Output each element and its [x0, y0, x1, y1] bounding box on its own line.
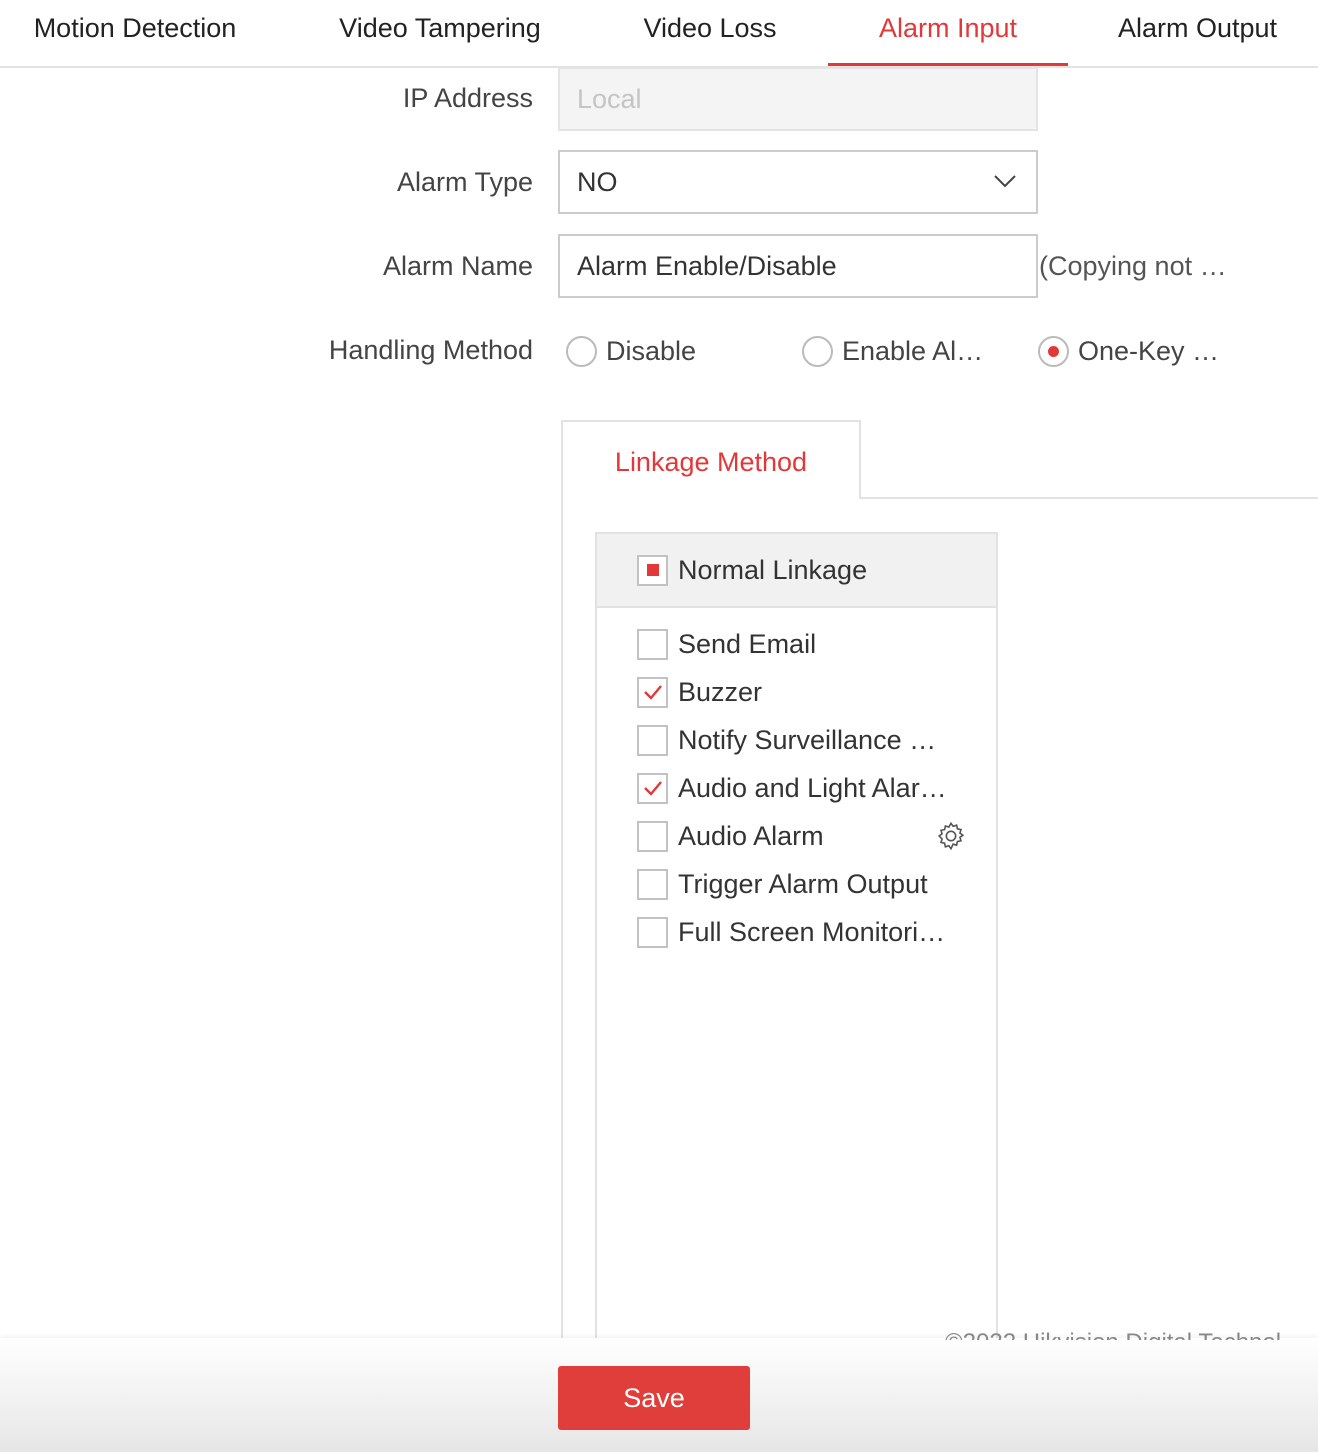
tab-divider	[860, 497, 1318, 499]
checkbox[interactable]	[637, 820, 668, 852]
tab-motion-detection[interactable]: Motion Detection	[0, 0, 270, 66]
alarm-type-select[interactable]: NO	[558, 150, 1038, 214]
copyright-text: ©2022 Hikvision Digital Technol	[945, 1328, 1281, 1340]
radio-enable-alarm[interactable]: Enable Al…	[802, 336, 983, 367]
gear-icon[interactable]	[935, 820, 967, 857]
linkage-item-checkbox[interactable]: Buzzer	[637, 675, 762, 709]
checkbox[interactable]	[637, 628, 668, 660]
linkage-item-checkbox[interactable]: Audio Alarm	[637, 819, 824, 853]
partial-check-icon	[646, 564, 659, 576]
panel-border	[561, 498, 563, 1338]
linkage-item-label: Trigger Alarm Output	[678, 868, 928, 899]
ip-address-field: Local	[558, 67, 1038, 131]
handling-method-label: Handling Method	[328, 335, 533, 365]
linkage-item-label: Audio Alarm	[678, 820, 824, 851]
alarm-type-label: Alarm Type	[396, 167, 533, 197]
tab-video-tampering[interactable]: Video Tampering	[320, 0, 560, 66]
linkage-item-label: Audio and Light Alar…	[678, 772, 947, 803]
linkage-item-label: Send Email	[678, 628, 817, 659]
normal-linkage-checkbox[interactable]: Normal Linkage	[637, 553, 867, 587]
alarm-type-value: NO	[577, 167, 618, 197]
radio-label: One-Key …	[1078, 336, 1220, 366]
linkage-item-label: Notify Surveillance …	[678, 724, 937, 755]
checkbox[interactable]	[637, 772, 668, 804]
alarm-name-input[interactable]: Alarm Enable/Disable	[558, 234, 1038, 298]
check-icon	[643, 781, 662, 796]
tab-video-loss[interactable]: Video Loss	[610, 0, 810, 66]
linkage-item-label: Buzzer	[678, 676, 763, 707]
linkage-item-checkbox[interactable]: Notify Surveillance …	[637, 723, 936, 757]
checkbox[interactable]	[637, 916, 668, 948]
tab-alarm-input[interactable]: Alarm Input	[828, 0, 1068, 66]
checkbox[interactable]	[637, 868, 668, 900]
tab-linkage-method[interactable]: Linkage Method	[561, 420, 861, 499]
radio-one-key[interactable]: One-Key …	[1038, 336, 1219, 367]
linkage-item-checkbox[interactable]: Full Screen Monitori…	[637, 915, 945, 949]
alarm-name-label: Alarm Name	[382, 251, 533, 281]
checkbox[interactable]	[637, 724, 668, 756]
ip-address-label: IP Address	[402, 83, 533, 113]
radio-disable[interactable]: Disable	[566, 336, 696, 367]
chevron-down-icon	[994, 175, 1016, 188]
radio-label: Disable	[606, 336, 697, 366]
radio-label: Enable Al…	[842, 336, 984, 366]
check-icon	[643, 685, 662, 700]
linkage-item-checkbox[interactable]: Send Email	[637, 627, 816, 661]
checkbox[interactable]	[637, 676, 668, 708]
normal-linkage-label: Normal Linkage	[678, 554, 868, 585]
tab-bar: Motion Detection Video Tampering Video L…	[0, 0, 1318, 68]
save-button[interactable]: Save	[558, 1366, 750, 1430]
linkage-item-label: Full Screen Monitori…	[678, 916, 946, 947]
tab-alarm-output[interactable]: Alarm Output	[1090, 0, 1305, 66]
linkage-item-checkbox[interactable]: Trigger Alarm Output	[637, 867, 928, 901]
alarm-name-hint: (Copying not …	[1039, 251, 1227, 281]
linkage-item-checkbox[interactable]: Audio and Light Alar…	[637, 771, 947, 805]
